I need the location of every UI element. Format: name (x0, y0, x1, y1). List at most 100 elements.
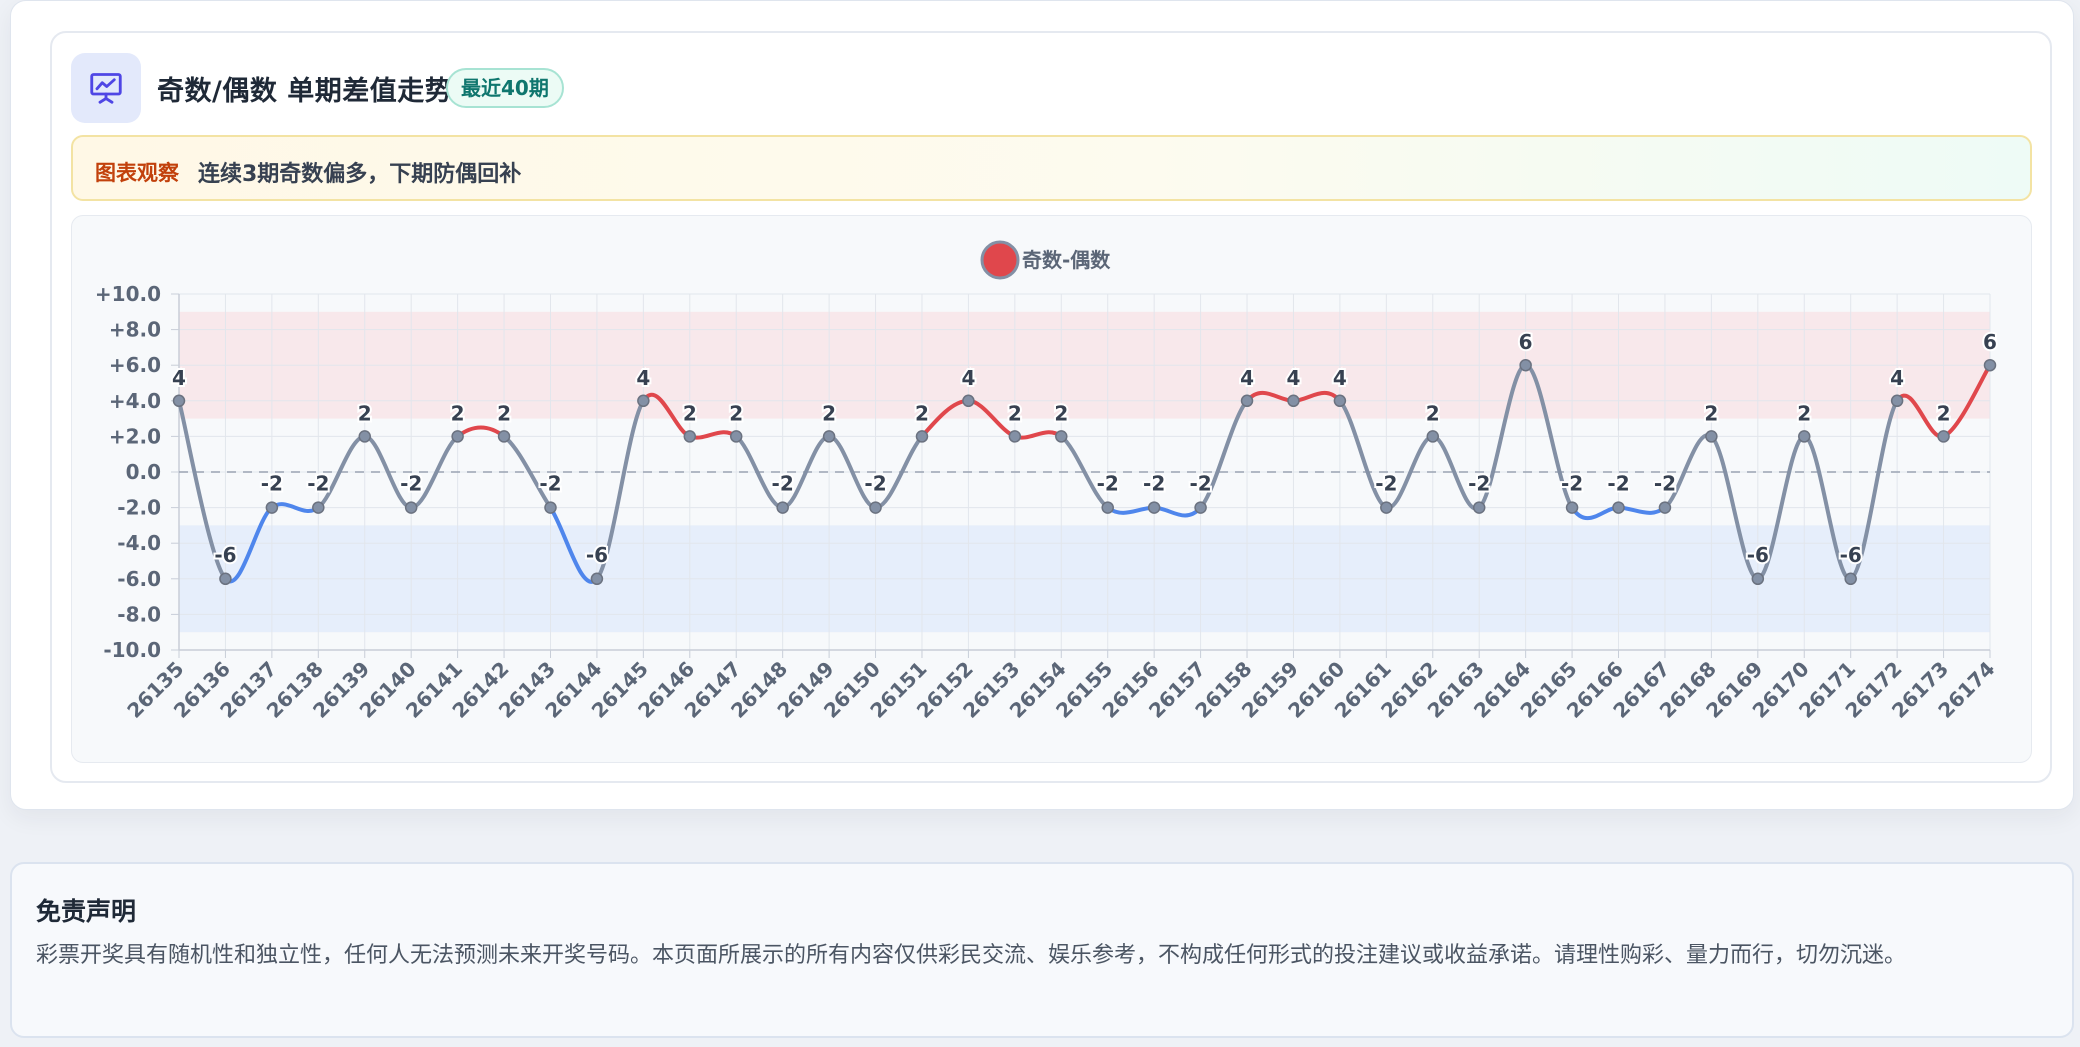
odd-even-diff-chart: +10.0 +8.0 +6.0 +4.0 +2.0 0.0 -2.0 -4.0 -6.0 -8.0… (95, 240, 2000, 723)
data-point (1194, 501, 1207, 514)
data-label: -2 (1375, 472, 1397, 496)
chart-title: 奇数/偶数 单期差值走势 (157, 76, 453, 107)
data-point (1798, 430, 1811, 443)
data-label: -6 (586, 543, 608, 567)
data-label: 2 (822, 401, 836, 425)
data-label: 2 (1937, 401, 1951, 425)
data-point (962, 394, 975, 408)
data-point (590, 572, 604, 586)
data-label: -2 (1561, 472, 1583, 496)
period-badge: 最近40期 (446, 68, 564, 108)
data-point (1147, 501, 1161, 514)
data-point (1287, 394, 1300, 408)
legend-label: 奇数-偶数 (1022, 248, 1111, 272)
y-tick-label: -6.0 (117, 567, 161, 591)
data-point (869, 501, 882, 514)
data-point (915, 430, 929, 443)
y-tick-label: +8.0 (109, 318, 161, 342)
data-label: -2 (864, 472, 886, 496)
data-point (1751, 572, 1765, 586)
data-point (1565, 501, 1579, 514)
insight-banner: 图表观察 连续3期奇数偏多，下期防偶回补 (71, 135, 2032, 201)
insight-text: 连续3期奇数偏多，下期防偶回补 (198, 162, 522, 187)
data-point (1055, 430, 1068, 443)
data-point (451, 430, 464, 443)
y-tick-label: -4.0 (117, 531, 161, 555)
legend: 奇数-偶数 (980, 240, 1111, 280)
data-point (1472, 501, 1486, 514)
data-point (1983, 358, 1997, 372)
data-label: -2 (307, 472, 329, 496)
data-label: 4 (1333, 366, 1347, 390)
data-label: -2 (772, 472, 794, 496)
series-line-segment (455, 425, 507, 439)
data-label: -2 (1468, 472, 1490, 496)
series-line-segment (1616, 505, 1667, 515)
data-label: -6 (1747, 543, 1769, 567)
data-label: -6 (214, 543, 236, 567)
data-label: 2 (497, 401, 511, 425)
data-point (1380, 501, 1393, 514)
data-point (637, 394, 650, 408)
data-point (1658, 501, 1672, 514)
data-point (312, 501, 325, 514)
data-point (1890, 394, 1904, 408)
series-line-segment (1105, 505, 1157, 515)
data-point (776, 501, 789, 514)
y-tick-label: +6.0 (109, 353, 161, 377)
chart-panel: +10.0 +8.0 +6.0 +4.0 +2.0 0.0 -2.0 -4.0 -6.0 -8.0… (71, 215, 2032, 763)
data-point (404, 501, 418, 514)
data-label: 2 (683, 401, 697, 425)
data-label: 4 (1287, 366, 1301, 390)
data-label: -2 (539, 472, 561, 496)
data-label: -2 (400, 472, 422, 496)
data-point (172, 394, 186, 408)
legend-swatch (980, 240, 1020, 280)
data-point (683, 430, 697, 443)
data-label: 4 (1890, 366, 1904, 390)
data-label: 4 (1240, 366, 1254, 390)
data-point (1240, 394, 1254, 408)
series-line-segment (1570, 505, 1621, 521)
data-point (544, 501, 557, 514)
data-label: 4 (636, 366, 650, 390)
data-label: 4 (961, 366, 975, 390)
data-label: -2 (1607, 472, 1629, 496)
data-label: -2 (261, 472, 283, 496)
insight-label: 图表观察 (95, 161, 179, 185)
disclaimer-text: 彩票开奖具有随机性和独立性，任何人无法预测未来开奖号码。本页面所展示的所有内容仅… (36, 943, 1907, 968)
series-line-segment (1152, 505, 1203, 518)
y-tick-label: 0.0 (126, 460, 161, 484)
data-point (1333, 394, 1347, 408)
data-point (497, 430, 511, 443)
data-point (822, 430, 836, 443)
data-point (1705, 430, 1718, 443)
data-point (1844, 572, 1857, 586)
data-point (1519, 358, 1532, 372)
data-point (1008, 430, 1022, 443)
data-label: -2 (1097, 472, 1119, 496)
data-label: -6 (1840, 543, 1862, 567)
y-tick-label: +4.0 (109, 389, 161, 413)
y-tick-label: -8.0 (117, 602, 161, 626)
y-tick-label: -10.0 (103, 638, 161, 662)
disclaimer-card: 免责声明 彩票开奖具有随机性和独立性，任何人无法预测未来开奖号码。本页面所展示的… (10, 862, 2074, 1038)
data-point (729, 430, 743, 443)
data-label: 4 (172, 366, 186, 390)
data-point (1426, 430, 1440, 443)
data-point (1101, 501, 1114, 514)
presentation-chart-icon (71, 53, 141, 123)
disclaimer-title: 免责声明 (36, 897, 137, 926)
data-label: 2 (358, 401, 372, 425)
data-label: 2 (1054, 401, 1068, 425)
trend-card: 奇数/偶数 单期差值走势 最近40期 图表观察 连续3期奇数偏多，下期防偶回补 … (10, 0, 2074, 810)
data-label: 6 (1983, 330, 1997, 354)
data-label: 2 (1704, 401, 1718, 425)
data-label: 2 (1797, 401, 1811, 425)
data-label: -2 (1654, 472, 1676, 496)
data-point (219, 572, 232, 586)
y-tick-label: +10.0 (95, 282, 161, 306)
data-label: -2 (1143, 472, 1165, 496)
data-point (1937, 430, 1950, 443)
y-tick-label: -2.0 (117, 496, 161, 520)
